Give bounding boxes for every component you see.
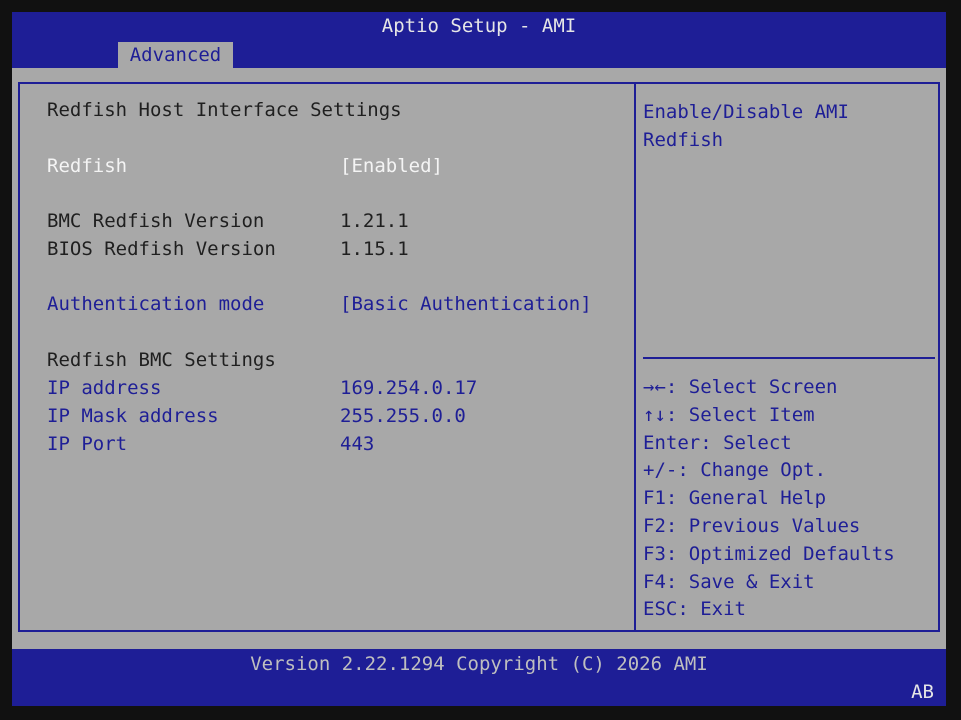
help-divider bbox=[643, 357, 935, 359]
key-f2: F2: Previous Values bbox=[643, 514, 861, 537]
ip-address-label[interactable]: IP address bbox=[47, 376, 161, 400]
bmc-version-label: BMC Redfish Version bbox=[47, 210, 265, 232]
redfish-label[interactable]: Redfish bbox=[47, 154, 127, 178]
redfish-value[interactable]: [Enabled] bbox=[340, 154, 443, 178]
panel-divider bbox=[634, 82, 636, 632]
auth-mode-value[interactable]: [Basic Authentication] bbox=[340, 292, 592, 316]
bmc-settings-heading: Redfish BMC Settings bbox=[47, 349, 276, 371]
post-code: AB bbox=[911, 681, 934, 703]
bios-version-label: BIOS Redfish Version bbox=[47, 238, 276, 260]
key-esc: ESC: Exit bbox=[643, 598, 746, 621]
key-change-opt: +/-: Change Opt. bbox=[643, 459, 827, 482]
title-bar: Aptio Setup - AMI Advanced bbox=[12, 12, 946, 68]
key-f4: F4: Save & Exit bbox=[643, 570, 815, 593]
auth-mode-label[interactable]: Authentication mode bbox=[47, 292, 264, 316]
bmc-version-value: 1.21.1 bbox=[340, 210, 409, 232]
bios-screen: Aptio Setup - AMI Advanced Redfish Host … bbox=[12, 12, 946, 706]
bios-version-value: 1.15.1 bbox=[340, 238, 409, 260]
ip-mask-value[interactable]: 255.255.0.0 bbox=[340, 404, 466, 428]
key-f3: F3: Optimized Defaults bbox=[643, 542, 895, 565]
ip-mask-label[interactable]: IP Mask address bbox=[47, 404, 219, 428]
key-legend: →←: Select Screen ↑↓: Select Item Enter:… bbox=[643, 374, 895, 624]
help-text: Enable/Disable AMI Redfish bbox=[643, 101, 861, 151]
app-title: Aptio Setup - AMI bbox=[381, 15, 577, 37]
key-enter: Enter: Select bbox=[643, 431, 792, 454]
key-select-item: ↑↓: Select Item bbox=[643, 403, 815, 426]
tab-advanced[interactable]: Advanced bbox=[118, 42, 233, 68]
ip-port-label[interactable]: IP Port bbox=[47, 432, 127, 456]
tab-strip bbox=[12, 68, 946, 76]
ip-port-value[interactable]: 443 bbox=[340, 432, 374, 456]
key-f1: F1: General Help bbox=[643, 487, 827, 510]
ip-address-value[interactable]: 169.254.0.17 bbox=[340, 376, 477, 400]
key-select-screen: →←: Select Screen bbox=[643, 376, 838, 398]
version-text: Version 2.22.1294 Copyright (C) 2026 AMI bbox=[250, 653, 708, 675]
status-bar: Version 2.22.1294 Copyright (C) 2026 AMI… bbox=[12, 649, 946, 706]
page-heading: Redfish Host Interface Settings bbox=[47, 99, 402, 121]
